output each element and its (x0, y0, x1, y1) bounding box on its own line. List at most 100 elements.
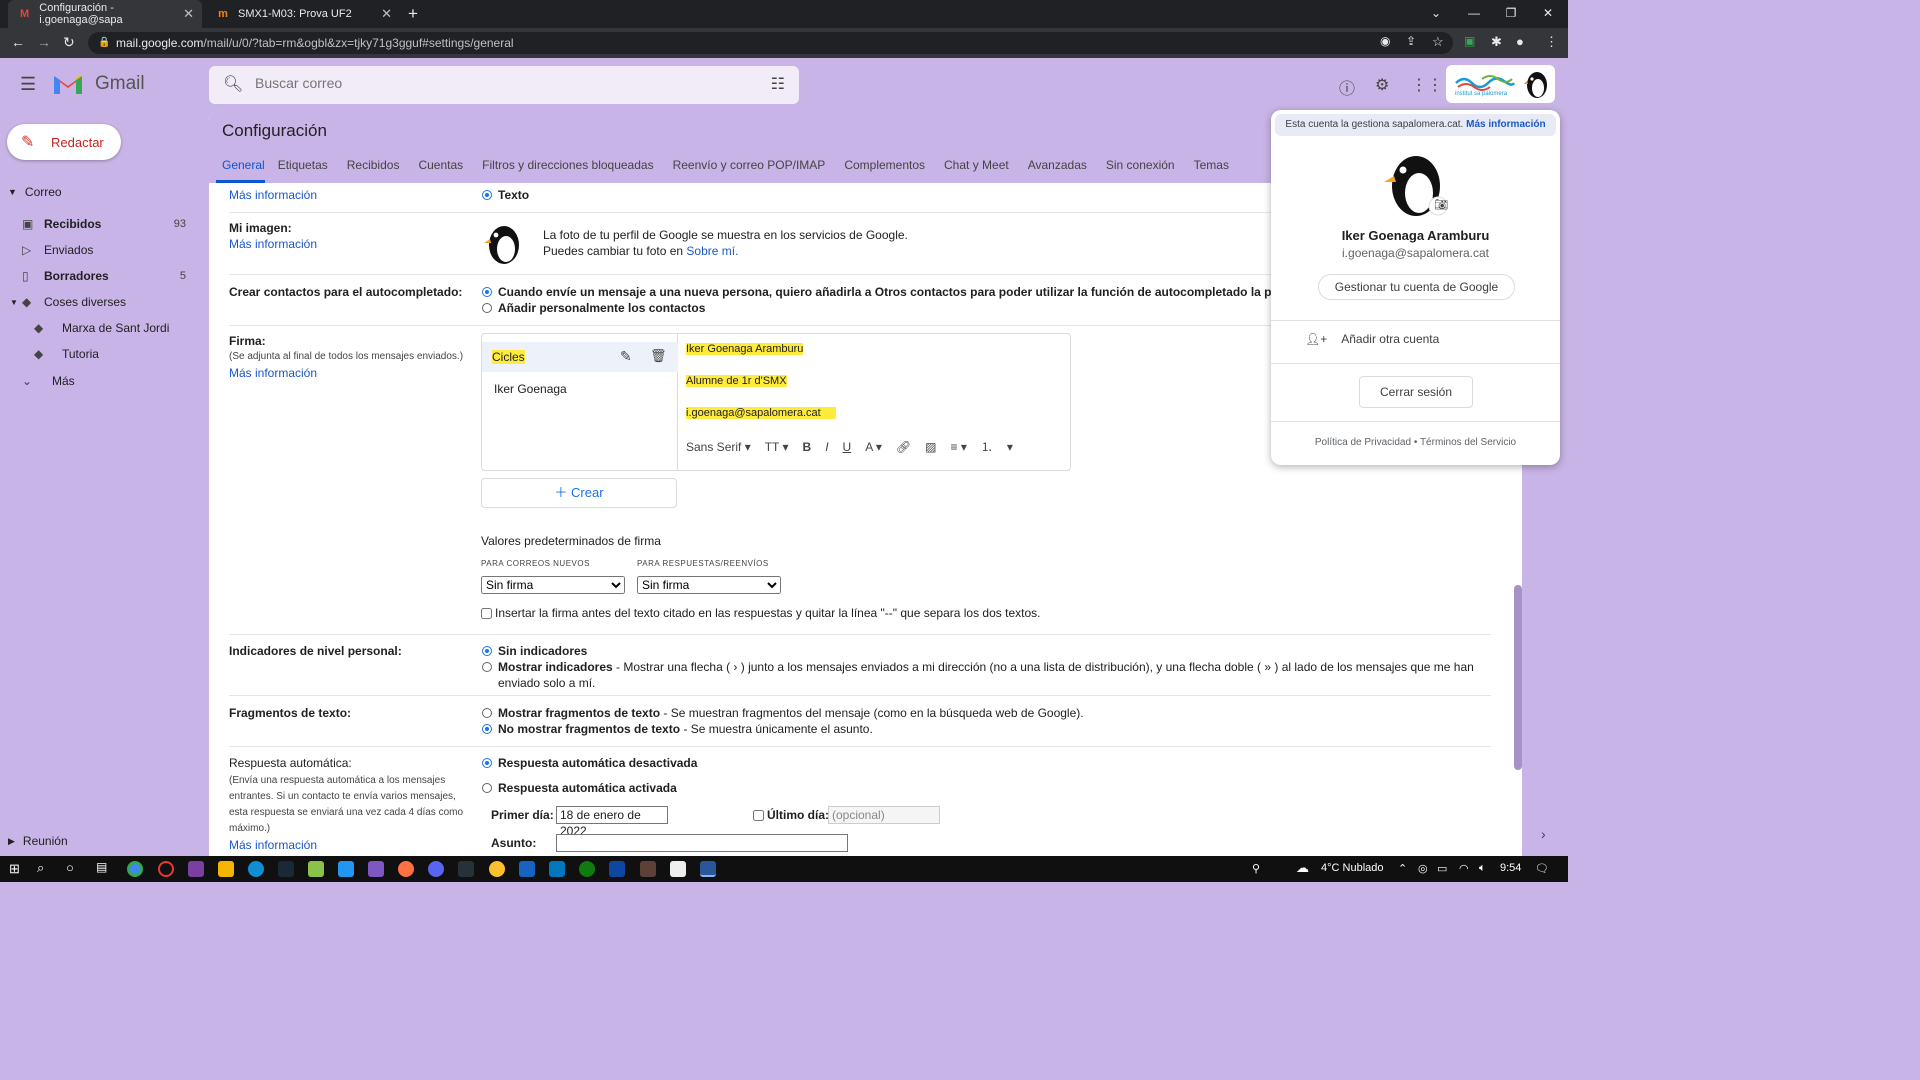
firefox-icon[interactable] (398, 861, 414, 877)
notifications-icon[interactable]: 🗨︎ (1535, 862, 1549, 875)
last-day-checkbox[interactable] (753, 810, 764, 822)
font-select[interactable]: Sans Serif ▾ (686, 440, 751, 454)
radio-selected-icon[interactable] (482, 189, 492, 200)
first-day-input[interactable]: 18 de enero de 2022 (556, 806, 668, 838)
maximize-button[interactable]: ❐ (1493, 0, 1529, 28)
profile-icon[interactable]: ● (1516, 34, 1524, 49)
meet-section-toggle[interactable]: ▶ Reunión (8, 828, 68, 854)
browser-tab-moodle[interactable]: m SMX1-M03: Prova UF2 ✕ (206, 0, 400, 28)
browser-tab-gmail[interactable]: M Configuración - i.goenaga@sapa ✕ (8, 0, 202, 28)
clock-time[interactable]: 9:54 (1500, 862, 1521, 874)
close-icon[interactable]: ✕ (381, 6, 392, 22)
font-size-icon[interactable]: TT ▾ (765, 440, 789, 454)
main-menu-icon[interactable]: ☰ (20, 74, 36, 95)
edge-icon[interactable] (248, 861, 264, 877)
chrome-icon[interactable] (127, 861, 143, 877)
radio-selected-icon[interactable] (482, 757, 492, 768)
store-icon[interactable] (670, 861, 686, 877)
side-panel-toggle-icon[interactable]: › (1541, 826, 1546, 842)
unity-icon[interactable] (458, 861, 474, 877)
minimize-button[interactable]: — (1456, 0, 1492, 28)
new-tab-button[interactable]: + (408, 4, 418, 24)
cortana-icon[interactable]: ○ (66, 860, 74, 875)
tab-advanced[interactable]: Avanzadas (1028, 158, 1093, 183)
star-icon[interactable]: ☆ (1432, 34, 1444, 50)
camera-icon[interactable]: 📷︎ (1434, 198, 1448, 211)
tab-general[interactable]: General (216, 158, 265, 183)
insert-signature-option[interactable]: Insertar la firma antes del texto citado… (481, 606, 1040, 620)
close-icon[interactable]: ✕ (183, 6, 194, 22)
file-explorer-icon[interactable] (218, 861, 234, 877)
gmail-logo-icon[interactable] (52, 70, 84, 96)
about-me-link[interactable]: Sobre mí. (686, 244, 738, 258)
chrome-canary-icon[interactable] (489, 861, 505, 877)
extensions-icon[interactable]: ✱ (1491, 34, 1502, 50)
autoreply-option-on[interactable]: Respuesta automática activada (482, 781, 677, 795)
last-day-option[interactable]: Último día: (753, 808, 829, 822)
trash-icon[interactable]: 🗑︎ (650, 348, 667, 364)
avatar[interactable] (482, 221, 526, 265)
bold-icon[interactable]: B (803, 440, 812, 454)
task-view-icon[interactable]: ▤ (96, 860, 107, 874)
sidebar-item-sent[interactable]: ▷ Enviados (22, 237, 186, 263)
more-info-link[interactable]: Más información (229, 838, 317, 852)
search-icon[interactable]: 🔍︎ (223, 74, 243, 94)
sidebar-item-tutoria[interactable]: ◆ Tutoria (34, 341, 186, 367)
snippets-option-hide[interactable]: No mostrar fragmentos de texto - Se mues… (482, 722, 873, 736)
visual-studio-icon[interactable] (368, 861, 384, 877)
indicators-option-none[interactable]: Sin indicadores (482, 644, 587, 658)
radio-icon[interactable] (482, 661, 492, 672)
tab-addons[interactable]: Complementos (844, 158, 931, 183)
discord-icon[interactable] (428, 861, 444, 877)
xbox-icon[interactable] (579, 861, 595, 877)
sidebar-item-inbox[interactable]: ▣ Recibidos 93 (22, 211, 186, 237)
reply-signature-select[interactable]: Sin firma (637, 576, 781, 594)
italic-icon[interactable]: I (825, 440, 828, 454)
align-icon[interactable]: ≡ ▾ (951, 440, 967, 454)
translate-icon[interactable]: ▣ (1464, 34, 1475, 48)
settings-scrollbar[interactable] (1514, 585, 1522, 770)
snippets-option-show[interactable]: Mostrar fragmentos de texto - Se muestra… (482, 706, 1084, 720)
vscode-icon[interactable] (338, 861, 354, 877)
filter-options-icon[interactable]: ☷ (771, 74, 785, 94)
tab-filters[interactable]: Filtros y direcciones bloqueadas (482, 158, 659, 183)
underline-icon[interactable]: U (843, 440, 852, 454)
battery-icon[interactable]: ▭ (1437, 862, 1447, 875)
account-badge[interactable]: institut sa palomera (1446, 65, 1555, 103)
image-icon[interactable]: ▨ (925, 440, 936, 454)
tab-forwarding[interactable]: Reenvío y correo POP/IMAP (673, 158, 832, 183)
back-icon[interactable]: ← (11, 34, 25, 50)
more-info-link[interactable]: Más información (229, 188, 317, 202)
mail-section-toggle[interactable]: ▼ Correo (8, 179, 62, 205)
contacts-option-manual[interactable]: Añadir personalmente los contactos (482, 301, 705, 315)
volume-icon[interactable]: 🔈︎ (1479, 862, 1486, 875)
new-mail-signature-select[interactable]: Sin firma (481, 576, 625, 594)
privacy-link[interactable]: Política de Privacidad (1315, 437, 1411, 448)
gear-icon[interactable]: ⚙ (1375, 75, 1389, 95)
autoreply-option-off[interactable]: Respuesta automática desactivada (482, 756, 697, 770)
forward-icon[interactable]: → (37, 34, 51, 50)
tab-inbox[interactable]: Recibidos (347, 158, 406, 183)
url-bar[interactable]: 🔒 mail.google.com/mail/u/0/?tab=rm&ogbl&z… (88, 32, 1453, 54)
search-bar[interactable]: 🔍︎ ☷ (209, 66, 799, 104)
radio-selected-icon[interactable] (482, 645, 492, 656)
radio-icon[interactable] (482, 302, 492, 313)
subject-input[interactable] (556, 834, 848, 852)
sidebar-item-marxa[interactable]: ◆ Marxa de Sant Jordi (34, 315, 186, 341)
tab-accounts[interactable]: Cuentas (418, 158, 469, 183)
opera-icon[interactable] (158, 861, 174, 877)
apps-grid-icon[interactable]: ⋮⋮ (1411, 75, 1443, 95)
indicators-option-show[interactable]: Mostrar indicadores - Mostrar una flecha… (482, 660, 1474, 674)
search-icon[interactable]: ⌕ (37, 860, 44, 876)
sidebar-item-coses-diverses[interactable]: ▼ ◆ Coses diverses (10, 289, 186, 315)
tray-chevron-icon[interactable]: ⌃ (1398, 862, 1407, 875)
weather-text[interactable]: 4°C Nublado (1321, 862, 1384, 874)
insert-signature-checkbox[interactable] (481, 608, 492, 620)
more-formatting-icon[interactable]: ▾ (1007, 440, 1013, 454)
share-icon[interactable]: ⇪ (1406, 34, 1416, 48)
steam-icon[interactable] (278, 861, 294, 877)
tab-chat-meet[interactable]: Chat y Meet (944, 158, 1015, 183)
eye-icon[interactable]: ◉ (1380, 34, 1390, 48)
contacts-option-auto[interactable]: Cuando envíe un mensaje a una nueva pers… (482, 285, 1334, 299)
tab-offline[interactable]: Sin conexión (1106, 158, 1181, 183)
